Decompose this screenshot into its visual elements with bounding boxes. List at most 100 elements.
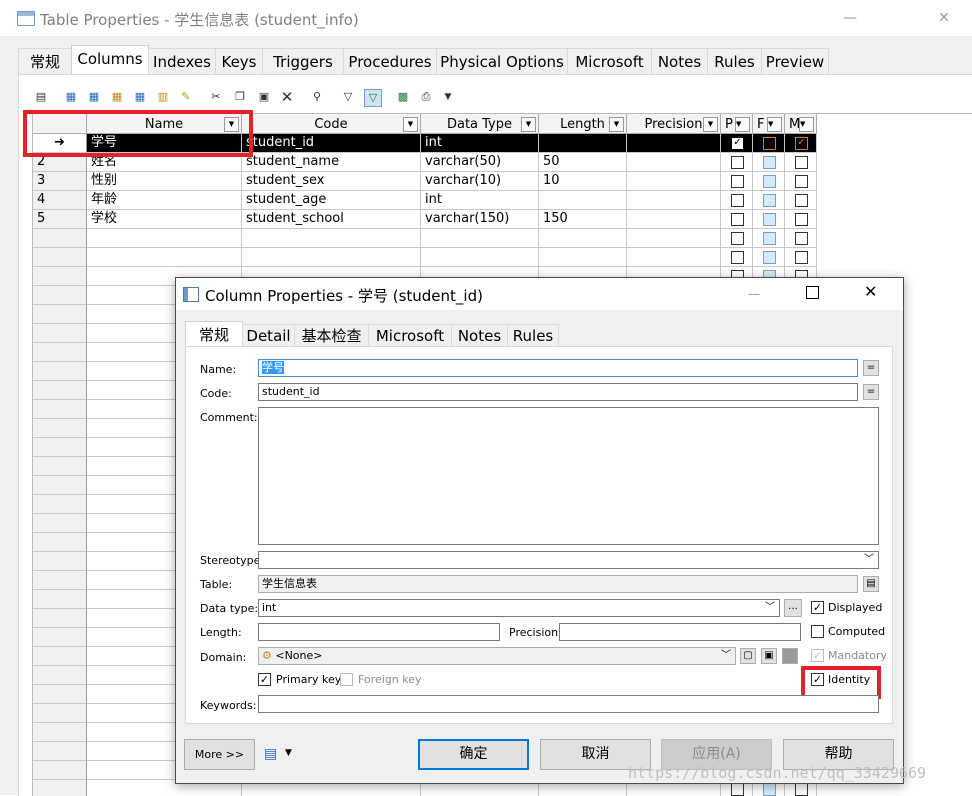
row-number-cell[interactable] <box>33 419 87 438</box>
row-number-cell[interactable] <box>33 666 87 685</box>
row-number-cell[interactable] <box>33 590 87 609</box>
row-number-cell[interactable]: 5 <box>33 210 87 229</box>
cell-code[interactable]: student_school <box>242 210 421 229</box>
domain-new-icon[interactable]: ▢ <box>740 648 756 664</box>
tab-preview[interactable]: Preview <box>761 48 829 74</box>
cell-code[interactable]: student_age <box>242 191 421 210</box>
delete-icon[interactable]: ✕ <box>279 89 295 105</box>
checkbox-m[interactable] <box>795 783 808 796</box>
col-header-primary[interactable]: P ▼ <box>721 114 753 134</box>
row-number-cell[interactable] <box>33 609 87 628</box>
chevron-down-icon[interactable]: ▼ <box>799 117 814 132</box>
checkbox-f[interactable] <box>763 251 776 264</box>
tab-procedures[interactable]: Procedures <box>343 48 437 74</box>
name-input[interactable]: 学号 <box>258 359 858 377</box>
cell-m[interactable] <box>785 229 817 248</box>
print-icon[interactable]: ▤ <box>264 746 277 762</box>
row-number-cell[interactable] <box>33 685 87 704</box>
cell-code[interactable]: student_sex <box>242 172 421 191</box>
checkbox-m[interactable] <box>795 175 808 188</box>
cell-f[interactable] <box>753 153 785 172</box>
cell-code[interactable]: student_name <box>242 153 421 172</box>
keywords-input[interactable] <box>258 695 879 713</box>
row-number-cell[interactable] <box>33 267 87 286</box>
cell-type[interactable]: varchar(50) <box>421 153 539 172</box>
tab-general[interactable]: 常规 <box>18 48 72 74</box>
copy-icon[interactable]: ❐ <box>232 89 248 105</box>
dlg-tab-basic-check[interactable]: 基本检查 <box>294 324 369 347</box>
cell-length[interactable]: 10 <box>539 172 627 191</box>
row-number-cell[interactable] <box>33 647 87 666</box>
cell-m[interactable] <box>785 248 817 267</box>
cell-m[interactable]: ✓ <box>785 134 817 153</box>
row-number-cell[interactable] <box>33 457 87 476</box>
primary-key-checkbox[interactable]: ✓ <box>258 673 271 686</box>
print-dropdown-icon[interactable]: ▼ <box>285 748 292 758</box>
domain-properties-icon[interactable]: ▣ <box>761 648 777 664</box>
cell-m[interactable] <box>785 172 817 191</box>
cell-length[interactable] <box>539 191 627 210</box>
name-equals-button[interactable]: = <box>863 360 879 376</box>
checkbox-p[interactable] <box>731 232 744 245</box>
checkbox-f[interactable] <box>763 232 776 245</box>
cell-code[interactable]: student_id <box>242 134 421 153</box>
checkbox-p[interactable] <box>731 194 744 207</box>
checkbox-m[interactable] <box>795 156 808 169</box>
row-number-cell[interactable] <box>33 400 87 419</box>
cell-f[interactable] <box>753 134 785 153</box>
cut-icon[interactable]: ✂ <box>208 89 224 105</box>
table-properties-icon[interactable]: ▤ <box>863 576 879 592</box>
cell-type[interactable] <box>421 248 539 267</box>
row-number-cell[interactable] <box>33 628 87 647</box>
cell-name[interactable]: 年龄 <box>87 191 242 210</box>
cell-f[interactable] <box>753 172 785 191</box>
col-header-code[interactable]: Code ▼ <box>242 114 421 134</box>
code-input[interactable]: student_id <box>258 383 858 401</box>
cell-name[interactable]: 学校 <box>87 210 242 229</box>
close-window-icon[interactable]: ✕ <box>922 4 966 32</box>
tab-indexes[interactable]: Indexes <box>148 48 216 74</box>
cell-code[interactable] <box>242 248 421 267</box>
cell-precision[interactable] <box>627 153 721 172</box>
row-number-cell[interactable]: 4 <box>33 191 87 210</box>
dlg-tab-rules[interactable]: Rules <box>507 324 559 347</box>
tab-rules[interactable]: Rules <box>707 48 762 74</box>
row-number-cell[interactable] <box>33 571 87 590</box>
row-number-cell[interactable]: 3 <box>33 172 87 191</box>
row-number-cell[interactable] <box>33 324 87 343</box>
row-number-cell[interactable] <box>33 780 87 796</box>
checkbox-f[interactable] <box>763 137 776 150</box>
tab-physical-options[interactable]: Physical Options <box>436 48 568 74</box>
checkbox-p[interactable] <box>731 213 744 226</box>
cell-p[interactable]: ✓ <box>721 134 753 153</box>
cell-precision[interactable] <box>627 229 721 248</box>
chevron-down-icon[interactable]: ▼ <box>735 117 750 132</box>
cell-name[interactable] <box>87 248 242 267</box>
checkbox-f[interactable] <box>763 783 776 796</box>
row-number-cell[interactable] <box>33 438 87 457</box>
chevron-down-icon[interactable]: ▼ <box>703 117 718 132</box>
cell-f[interactable] <box>753 191 785 210</box>
row-number-cell[interactable] <box>33 761 87 780</box>
ok-button[interactable]: 确定 <box>418 739 529 770</box>
tab-columns[interactable]: Columns <box>71 45 149 75</box>
cell-length[interactable]: 50 <box>539 153 627 172</box>
row-number-cell[interactable] <box>33 229 87 248</box>
checkbox-m[interactable] <box>795 213 808 226</box>
cell-name[interactable]: 性别 <box>87 172 242 191</box>
excel-icon[interactable]: ▩ <box>395 89 411 105</box>
row-number-cell[interactable] <box>33 552 87 571</box>
checkbox-f[interactable] <box>763 156 776 169</box>
cell-precision[interactable] <box>627 210 721 229</box>
cell-type[interactable]: varchar(10) <box>421 172 539 191</box>
row-number-cell[interactable] <box>33 704 87 723</box>
cell-f[interactable] <box>753 210 785 229</box>
stereotype-select[interactable]: ﹀ <box>258 551 879 569</box>
col-header-foreign[interactable]: F ▼ <box>753 114 785 134</box>
row-number-cell[interactable] <box>33 343 87 362</box>
row-number-cell[interactable] <box>33 248 87 267</box>
row-number-cell[interactable] <box>33 305 87 324</box>
domain-icon[interactable]: ▥ <box>155 89 171 105</box>
checkbox-p[interactable] <box>731 156 744 169</box>
checkbox-m[interactable] <box>795 232 808 245</box>
